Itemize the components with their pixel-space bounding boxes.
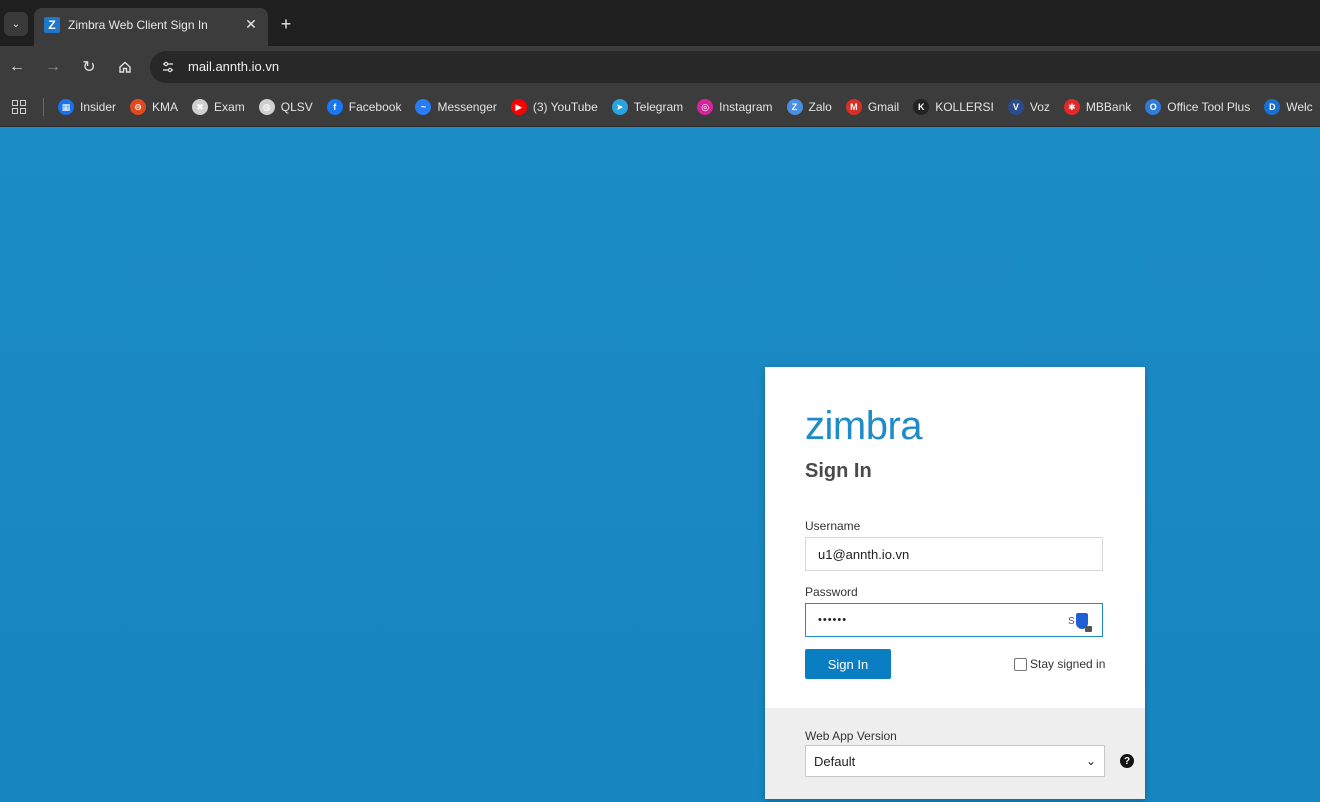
bookmark-item[interactable]: ✱ MBBank — [1063, 99, 1132, 115]
bookmark-label: MBBank — [1085, 100, 1132, 114]
bookmark-label: Insider — [80, 100, 117, 114]
instagram-icon: ◎ — [697, 99, 714, 115]
bookmark-list: ▦ Insider ⊖ KMA ✖ Exam ◍ QLSV f Facebook ~ Messenge… — [58, 88, 1320, 126]
bookmark-label: (3) YouTube — [532, 100, 598, 114]
web-app-version-value: Default — [814, 753, 856, 769]
kma-icon: ⊖ — [130, 99, 147, 115]
stay-signed-in[interactable]: Stay signed in — [1014, 657, 1105, 671]
zimbra-favicon-icon: Z — [44, 17, 60, 33]
dsm-icon: D — [1264, 99, 1281, 115]
kollersi-icon: K — [913, 99, 930, 115]
zimbra-logo: zimbra — [805, 404, 923, 448]
bookmark-item[interactable]: ◍ QLSV — [258, 99, 313, 115]
username-label: Username — [805, 519, 861, 533]
bookmark-label: Office Tool Plus — [1167, 100, 1251, 114]
tab-title: Zimbra Web Client Sign In — [68, 18, 208, 32]
home-button[interactable] — [114, 56, 136, 78]
web-app-version-label: Web App Version — [805, 729, 897, 743]
youtube-icon: ▶ — [510, 99, 527, 115]
web-app-version-select[interactable]: Default ⌄ — [805, 745, 1105, 777]
messenger-icon: ~ — [415, 99, 432, 115]
forward-button[interactable]: → — [42, 56, 64, 78]
bookmarks-divider — [43, 98, 44, 116]
shield-icon — [1075, 613, 1092, 632]
plus-icon: + — [280, 13, 292, 34]
bookmark-item[interactable]: M Gmail — [845, 99, 900, 115]
password-manager-icon[interactable]: S — [1068, 611, 1094, 632]
stay-signed-in-label: Stay signed in — [1030, 657, 1106, 671]
bookmark-item[interactable]: ➤ Telegram — [611, 99, 684, 115]
login-card: zimbra Sign In Username u1@annth.io.vn P… — [765, 367, 1145, 799]
bookmark-label: Facebook — [348, 100, 402, 114]
bookmark-item[interactable]: K KOLLERSI — [913, 99, 994, 115]
bookmark-item[interactable]: f Facebook — [326, 99, 402, 115]
gmail-icon: M — [845, 99, 862, 115]
bookmark-item[interactable]: ▦ Insider — [58, 99, 116, 115]
tab-close-button[interactable]: ✕ — [242, 15, 260, 33]
lock-icon — [1084, 626, 1092, 632]
arrow-left-icon: ← — [9, 58, 25, 75]
office-tool-plus-icon: O — [1145, 99, 1162, 115]
page-title: Sign In — [805, 460, 872, 482]
bookmark-item[interactable]: ✖ Exam — [192, 99, 245, 115]
bookmark-item[interactable]: ⊖ KMA — [130, 99, 178, 115]
stay-signed-in-checkbox[interactable] — [1014, 657, 1027, 671]
password-field[interactable]: •••••• S — [805, 603, 1103, 637]
url-text[interactable]: mail.annth.io.vn — [188, 59, 279, 74]
bookmark-item[interactable]: ◎ Instagram — [697, 99, 773, 115]
bookmark-item[interactable]: D Welc — [1264, 99, 1313, 115]
apps-grid-icon[interactable] — [12, 100, 26, 114]
tab-zimbra[interactable]: Z Zimbra Web Client Sign In ✕ — [34, 8, 268, 46]
arrow-right-icon: → — [45, 58, 61, 75]
site-info-icon[interactable] — [160, 59, 176, 75]
chevron-down-icon: ⌄ — [1085, 754, 1096, 768]
bookmark-item[interactable]: Z Zalo — [786, 99, 832, 115]
bookmark-label: Telegram — [633, 100, 684, 114]
back-button[interactable]: ← — [6, 56, 28, 78]
bookmark-label: KMA — [152, 100, 179, 114]
bookmark-item[interactable]: O Office Tool Plus — [1145, 99, 1250, 115]
facebook-icon: f — [326, 99, 343, 115]
reload-icon: ↻ — [82, 59, 96, 76]
password-manager-letter: S — [1068, 615, 1075, 627]
bookmarks-bar: ▦ Insider ⊖ KMA ✖ Exam ◍ QLSV f Facebook ~ Messenge… — [0, 88, 1320, 127]
close-icon: ✕ — [245, 15, 257, 32]
bookmark-item[interactable]: V Voz — [1007, 99, 1050, 115]
telegram-icon: ➤ — [611, 99, 628, 115]
browser-toolbar: ← → ↻ mail.annth.io.vn — [0, 46, 1320, 88]
bookmark-item[interactable]: ▶ (3) YouTube — [510, 99, 598, 115]
home-icon — [119, 61, 131, 73]
bookmark-label: Gmail — [867, 100, 900, 114]
windows-icon: ▦ — [58, 99, 74, 115]
bookmark-label: QLSV — [280, 100, 313, 114]
bookmark-label: Zalo — [808, 100, 832, 114]
bookmark-label: Exam — [214, 100, 245, 114]
bookmark-label: Messenger — [437, 100, 497, 114]
username-field[interactable]: u1@annth.io.vn — [805, 537, 1103, 571]
zalo-icon: Z — [786, 99, 803, 115]
username-value: u1@annth.io.vn — [818, 546, 910, 562]
help-icon[interactable]: ? — [1120, 754, 1134, 768]
reload-button[interactable]: ↻ — [78, 56, 100, 78]
password-value: •••••• — [818, 614, 848, 626]
bookmark-label: Welc — [1286, 100, 1313, 114]
bookmark-label: Voz — [1029, 100, 1050, 114]
bookmark-label: Instagram — [719, 100, 773, 114]
address-bar[interactable]: mail.annth.io.vn — [150, 51, 1320, 83]
voz-icon: V — [1007, 99, 1024, 115]
tab-search-button[interactable]: ⌄ — [4, 12, 28, 36]
bookmark-item[interactable]: ~ Messenger — [415, 99, 497, 115]
sign-in-button[interactable]: Sign In — [805, 649, 891, 679]
chevron-down-icon: ⌄ — [11, 18, 21, 30]
new-tab-button[interactable]: + — [276, 14, 296, 34]
mbbank-icon: ✱ — [1063, 99, 1080, 115]
browser-titlebar: ⌄ Z Zimbra Web Client Sign In ✕ + — [0, 0, 1320, 46]
password-label: Password — [805, 585, 858, 599]
login-footer: Web App Version Default ⌄ ? — [765, 708, 1145, 799]
exam-icon: ✖ — [192, 99, 209, 115]
bookmark-label: KOLLERSI — [935, 100, 994, 114]
globe-icon: ◍ — [258, 99, 275, 115]
